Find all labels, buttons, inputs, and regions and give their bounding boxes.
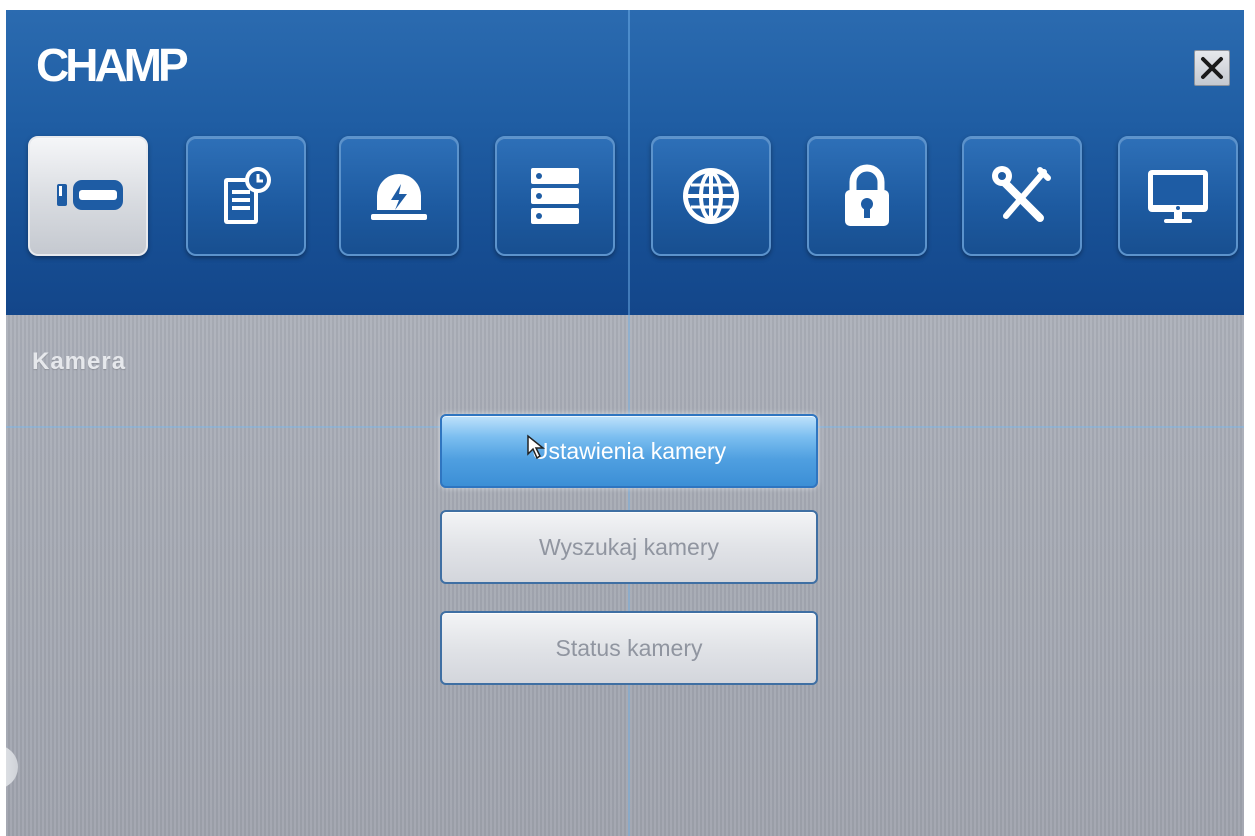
toolbar-storage-button[interactable] — [495, 136, 615, 256]
toolbar-camera-button[interactable] — [28, 136, 148, 256]
side-scroll-handle[interactable] — [6, 745, 18, 789]
storage-icon — [531, 168, 579, 224]
close-button[interactable] — [1194, 50, 1230, 86]
search-cameras-button[interactable]: Wyszukaj kamery — [440, 510, 818, 584]
tools-icon — [992, 166, 1051, 222]
toolbar-network-button[interactable] — [651, 136, 771, 256]
schedule-record-icon — [224, 167, 271, 224]
toolbar-record-button[interactable] — [186, 136, 306, 256]
mouse-pointer-icon — [527, 434, 546, 460]
monitor-icon — [1148, 170, 1208, 223]
network-icon — [683, 168, 739, 224]
toolbar-tools-button[interactable] — [962, 136, 1082, 256]
close-x-icon — [1201, 57, 1223, 79]
camera-settings-button[interactable]: Ustawienia kamery — [440, 414, 818, 488]
toolbar-alarm-button[interactable] — [339, 136, 459, 256]
camera-status-button[interactable]: Status kamery — [440, 611, 818, 685]
dvr-menu-window: CHAMP Kamera Ustawienia kamery Wyszukaj … — [6, 10, 1244, 836]
toolbar-security-button[interactable] — [807, 136, 927, 256]
camera-icon — [57, 180, 123, 210]
section-title: Kamera — [32, 348, 127, 375]
lock-icon — [845, 164, 889, 226]
toolbar-display-button[interactable] — [1118, 136, 1238, 256]
alarm-icon — [371, 174, 427, 220]
brand-logo: CHAMP — [36, 39, 189, 91]
